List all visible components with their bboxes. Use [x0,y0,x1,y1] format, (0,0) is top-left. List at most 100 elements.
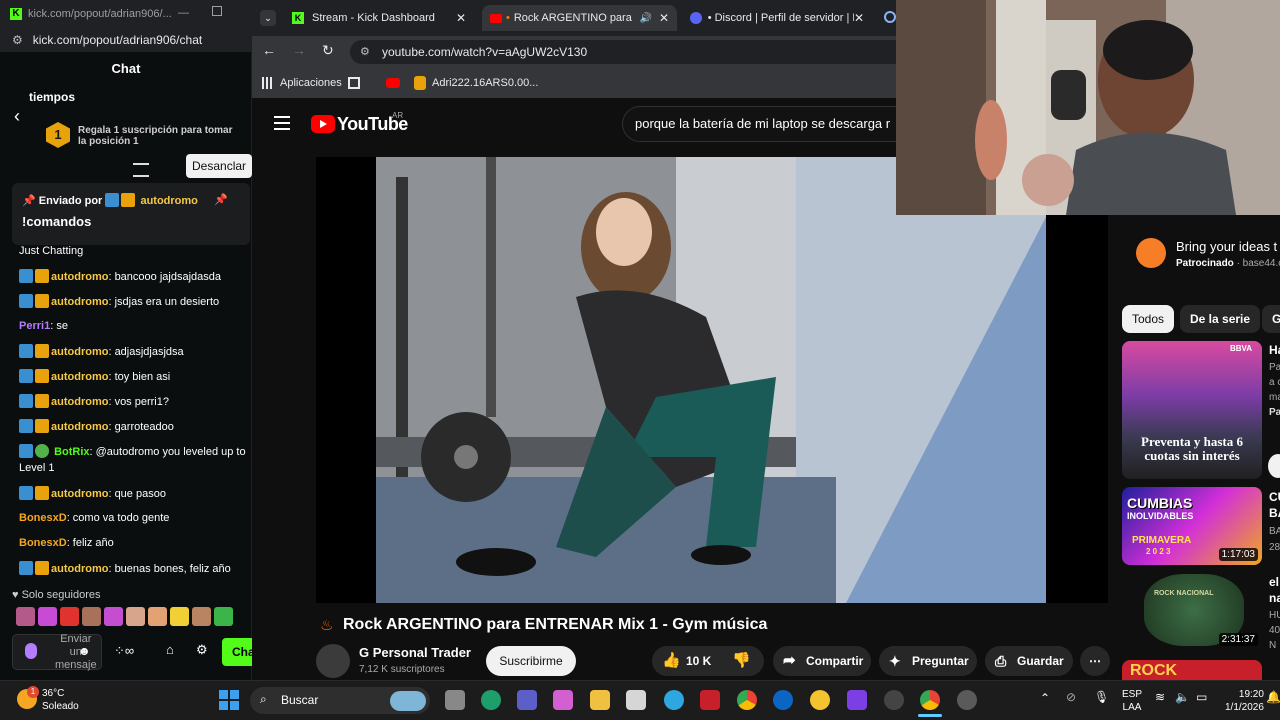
gift-subscription-prompt[interactable]: Regala 1 suscripción para tomar la posic… [78,125,233,147]
site-settings-icon[interactable]: ⚙ [12,33,23,47]
reload-icon[interactable]: ↻ [322,42,334,59]
chat-username[interactable]: autodromo [51,421,108,433]
start-icon[interactable] [219,690,239,710]
chat-username[interactable]: autodromo [51,563,108,575]
chat-username[interactable]: BonesxD [19,537,67,549]
volume-icon[interactable]: 🔈 [1175,690,1190,704]
emote-icon[interactable] [104,607,123,626]
emote-row[interactable] [16,607,246,627]
grid-icon[interactable] [348,77,360,89]
like-icon[interactable]: 👍 [662,646,681,676]
menu-icon[interactable] [274,116,290,130]
emote-icon[interactable] [214,607,233,626]
microphone-tray-icon[interactable]: 🎙 [1094,690,1109,704]
chrome-icon[interactable] [737,690,757,710]
battery-icon[interactable]: ▭ [1196,690,1207,704]
notification-bell-icon[interactable]: 🔔 [1266,690,1280,704]
send-chat-button[interactable]: Cha [222,638,255,666]
ask-button[interactable]: ✦ Preguntar [879,646,977,676]
emote-icon[interactable] [60,607,79,626]
microphone-icon[interactable] [25,643,37,659]
obs-icon[interactable] [884,690,904,710]
video-frame[interactable] [376,157,1046,603]
recommendation-thumbnail[interactable]: CUMBIAS INOLVIDABLES PRIMAVERA 2 0 2 3 1… [1122,487,1262,565]
pin-action-icon[interactable]: 📌 [214,193,228,206]
dislike-icon[interactable]: 👎 [732,646,751,676]
hp-icon[interactable] [773,690,793,710]
maximize-icon[interactable] [212,6,222,16]
tab-youtube[interactable]: • Rock ARGENTINO para 🔊 ✕ [482,5,677,31]
chip-more[interactable]: G [1262,305,1280,333]
close-tab-icon[interactable]: ✕ [659,11,669,25]
subscribe-button[interactable]: Suscribirme [486,646,576,676]
tab-kick-dashboard[interactable]: K Stream - Kick Dashboard ✕ [284,5,474,31]
sponsored-ad[interactable]: Bring your ideas t Patrocinado · base44.… [1122,216,1280,296]
bookmark-apps[interactable]: Aplicaciones [280,77,342,89]
language-indicator[interactable]: ESP LAA [1122,688,1142,714]
emote-icon[interactable] [16,607,35,626]
chat-username[interactable]: autodromo [51,271,108,283]
task-view-icon[interactable] [445,690,465,710]
channel-avatar[interactable] [316,644,350,678]
network-off-icon[interactable]: ⊘ [1066,690,1076,704]
channel-name[interactable]: G Personal Trader [359,645,471,660]
weather-widget[interactable]: 36°C Soleado [42,687,79,713]
chat-username[interactable]: autodromo [51,488,108,500]
store-icon[interactable]: ⌂ [166,642,174,657]
teams-icon[interactable] [517,690,537,710]
app-icon[interactable] [664,690,684,710]
emote-icon[interactable] [148,607,167,626]
emote-icon[interactable] [82,607,101,626]
address-bar[interactable]: ⚙ youtube.com/watch?v=aAgUW2cV130 [350,40,896,64]
back-icon[interactable]: ← [262,42,276,58]
chevron-up-icon[interactable]: ⌃ [1040,691,1050,705]
chat-message-input[interactable]: Enviar un mensaje ☻ [12,633,102,671]
emoji-icon[interactable]: ☻ [78,644,91,658]
back-arrow-icon[interactable]: ‹ [14,106,20,127]
youtube-search-input[interactable]: porque la batería de mi laptop se descar… [622,106,896,142]
chip-series[interactable]: De la serie [1180,305,1261,333]
commands-icon[interactable]: ⁘∞ [114,643,134,659]
chat-username[interactable]: autodromo [51,396,108,408]
app-icon[interactable] [810,690,830,710]
chat-username[interactable]: BonesxD [19,512,67,524]
store-app-icon[interactable] [626,690,646,710]
tab-discord[interactable]: • Discord | Perfil de servidor | E ✕ [682,5,872,31]
copilot-icon[interactable] [553,690,573,710]
recommendation-thumbnail[interactable]: ROCK NACIONAL 2:31:37 [1122,572,1262,650]
chip-all[interactable]: Todos [1122,305,1175,333]
recommendation-title[interactable]: Ha [1269,343,1280,357]
youtube-logo-icon[interactable] [311,115,335,133]
audio-playing-icon[interactable]: 🔊 [640,13,652,24]
emote-icon[interactable] [192,607,211,626]
wifi-icon[interactable]: ≋ [1155,690,1165,704]
clock[interactable]: 19:20 1/1/2026 [1225,688,1264,714]
recommendation-thumbnail[interactable]: ROCK [1122,660,1262,680]
chat-username[interactable]: autodromo [51,346,108,358]
settings-icon[interactable] [957,690,977,710]
chat-address-bar[interactable]: ⚙ kick.com/popout/adrian906/chat [0,28,252,52]
chrome-active-icon[interactable] [920,690,940,710]
unpin-toggle-icon[interactable] [133,163,149,177]
app-icon[interactable] [847,690,867,710]
forward-icon[interactable]: → [292,42,306,58]
recommendation-title[interactable]: CU BA [1269,489,1280,521]
more-actions-icon[interactable]: ⋯ [1080,646,1110,676]
settings-gear-icon[interactable]: ⚙ [196,642,208,658]
minimize-icon[interactable]: — [178,7,189,19]
emote-icon[interactable] [170,607,189,626]
site-info-icon[interactable]: ⚙ [360,40,370,64]
emote-icon[interactable] [38,607,57,626]
close-tab-icon[interactable]: ✕ [854,11,864,25]
tab-search-icon[interactable]: ⌄ [260,10,276,26]
like-count[interactable]: 10 K [686,646,711,676]
edge-icon[interactable] [481,690,501,710]
close-tab-icon[interactable]: ✕ [456,11,466,25]
chat-username[interactable]: autodromo [51,296,108,308]
share-button[interactable]: ➦ Compartir [773,646,871,676]
save-button[interactable]: ⎙ Guardar [985,646,1073,676]
recommendation-thumbnail[interactable]: BBVA Preventa y hasta 6 cuotas sin inter… [1122,341,1262,479]
file-explorer-icon[interactable] [590,690,610,710]
emote-icon[interactable] [126,607,145,626]
chat-username[interactable]: Perri1 [19,320,50,332]
